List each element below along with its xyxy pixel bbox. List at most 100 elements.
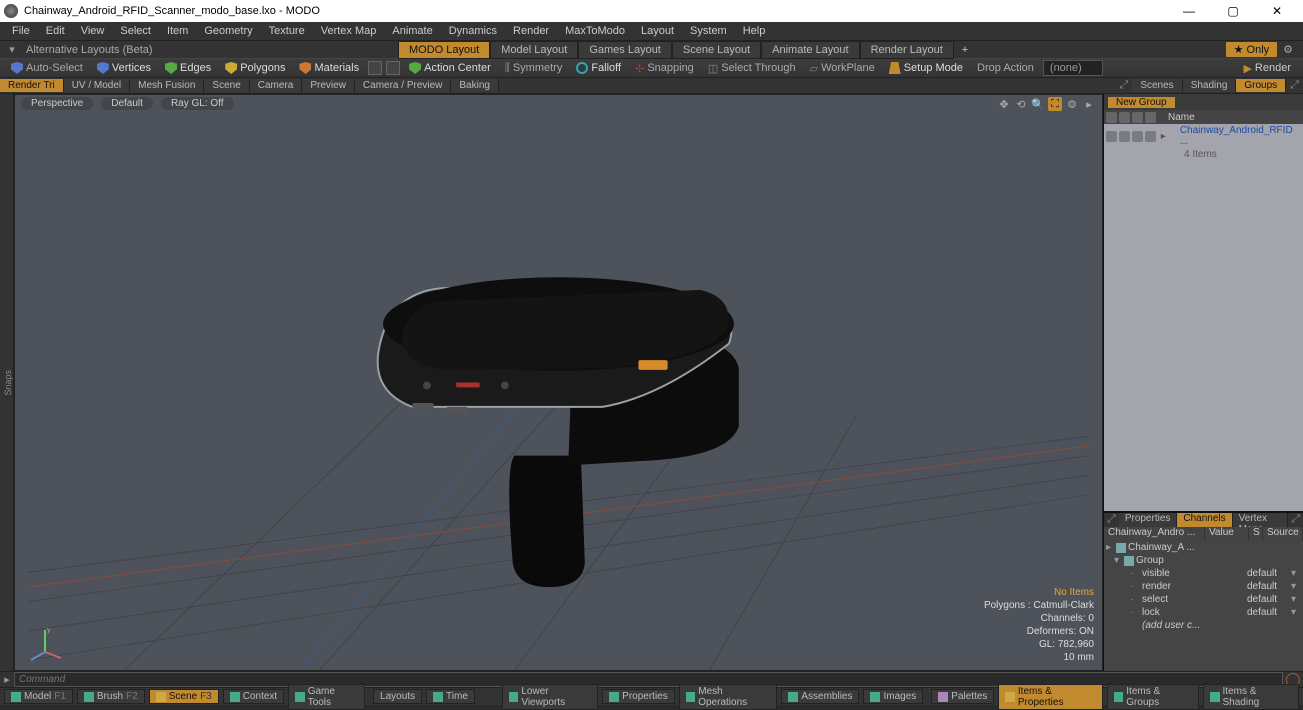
- menu-geometry[interactable]: Geometry: [196, 25, 260, 37]
- target-icon: [409, 62, 421, 74]
- tab-modo-layout[interactable]: MODO Layout: [398, 41, 490, 59]
- channel-tree[interactable]: ▸Chainway_A ... ▾Group ·visibledefault▾ …: [1104, 541, 1303, 671]
- menu-maxtomodo[interactable]: MaxToModo: [557, 25, 633, 37]
- chan-expand-icon[interactable]: ⤢: [1104, 513, 1119, 527]
- shield-icon: [225, 62, 237, 74]
- btab-time[interactable]: Time: [426, 689, 475, 704]
- list-item-sub: 4 Items: [1104, 148, 1303, 161]
- dropaction-select[interactable]: (none): [1043, 60, 1103, 76]
- materials-button[interactable]: Materials: [294, 62, 364, 74]
- edges-button[interactable]: Edges: [160, 62, 216, 74]
- stab-meshfusion[interactable]: Mesh Fusion: [130, 79, 204, 92]
- add-layout-button[interactable]: +: [954, 42, 976, 58]
- btab-context[interactable]: Context: [223, 689, 284, 704]
- menu-item[interactable]: Item: [159, 25, 196, 37]
- btab-images[interactable]: Images: [863, 689, 923, 704]
- list-item[interactable]: ▸ Chainway_Android_RFID ...: [1104, 124, 1303, 148]
- only-badge[interactable]: ★ Only: [1226, 42, 1278, 57]
- axis-gizmo[interactable]: y: [25, 622, 65, 662]
- stab-rendertri[interactable]: Render Tri: [0, 79, 64, 92]
- btab-assemblies[interactable]: Assemblies: [781, 689, 859, 704]
- alt-layouts-label[interactable]: Alternative Layouts (Beta): [20, 44, 159, 56]
- workplane-button[interactable]: ▱WorkPlane: [805, 62, 880, 75]
- menu-view[interactable]: View: [73, 25, 113, 37]
- menu-edit[interactable]: Edit: [38, 25, 73, 37]
- chtab-vertexmaps[interactable]: Vertex Maps: [1233, 513, 1289, 527]
- stab-preview[interactable]: Preview: [302, 79, 355, 92]
- group-list-header: Name: [1104, 110, 1303, 124]
- window-title: Chainway_Android_RFID_Scanner_modo_base.…: [24, 5, 1167, 17]
- chtab-channels[interactable]: Channels: [1177, 513, 1232, 527]
- tab-scene-layout[interactable]: Scene Layout: [672, 41, 761, 59]
- menu-animate[interactable]: Animate: [384, 25, 440, 37]
- menu-file[interactable]: File: [4, 25, 38, 37]
- stab-uvmodel[interactable]: UV / Model: [64, 79, 130, 92]
- selectthrough-button[interactable]: ◫Select Through: [703, 62, 801, 75]
- btab-itemsprops[interactable]: Items & Properties: [998, 684, 1102, 710]
- menu-layout[interactable]: Layout: [633, 25, 682, 37]
- newgroup-button[interactable]: New Group: [1108, 97, 1175, 108]
- group-list[interactable]: ▸ Chainway_Android_RFID ... 4 Items: [1104, 124, 1303, 511]
- tab-model-layout[interactable]: Model Layout: [490, 41, 578, 59]
- actioncenter-button[interactable]: Action Center: [404, 62, 496, 74]
- layout-dropdown-icon[interactable]: ▾: [4, 43, 20, 56]
- btab-meshops[interactable]: Mesh Operations: [679, 684, 778, 710]
- render-button[interactable]: ▶Render: [1237, 62, 1297, 75]
- snapping-button[interactable]: ⊹Snapping: [630, 62, 699, 75]
- btab-itemsshading[interactable]: Items & Shading: [1203, 684, 1299, 710]
- stab-camerapreview[interactable]: Camera / Preview: [355, 79, 451, 92]
- tab-animate-layout[interactable]: Animate Layout: [761, 41, 859, 59]
- menu-vertexmap[interactable]: Vertex Map: [313, 25, 385, 37]
- channels-panel: ⤢ Properties Channels Vertex Maps ⤢ Chai…: [1104, 511, 1303, 671]
- stab-baking[interactable]: Baking: [451, 79, 499, 92]
- expand-right-icon[interactable]: ⤢: [1286, 79, 1303, 92]
- menu-dynamics[interactable]: Dynamics: [441, 25, 505, 37]
- minimize-button[interactable]: —: [1167, 4, 1211, 18]
- expand-icon[interactable]: ⤢: [1116, 79, 1133, 92]
- chtab-properties[interactable]: Properties: [1119, 513, 1178, 527]
- btab-itemsgroups[interactable]: Items & Groups: [1107, 684, 1199, 710]
- btab-gametools[interactable]: Game Tools: [288, 684, 365, 710]
- falloff-button[interactable]: Falloff: [571, 62, 626, 74]
- sub-toolbar: Render Tri UV / Model Mesh Fusion Scene …: [0, 78, 1303, 94]
- btab-properties[interactable]: Properties: [602, 689, 675, 704]
- tab-render-layout[interactable]: Render Layout: [860, 41, 954, 59]
- btab-layouts[interactable]: Layouts: [373, 689, 422, 704]
- maximize-button[interactable]: ▢: [1211, 4, 1255, 18]
- rail-snaps[interactable]: Snaps: [3, 370, 13, 396]
- menu-select[interactable]: Select: [112, 25, 159, 37]
- tab-games-layout[interactable]: Games Layout: [578, 41, 672, 59]
- rtab-shading[interactable]: Shading: [1183, 79, 1237, 92]
- toggle-2[interactable]: [386, 61, 400, 75]
- btab-model[interactable]: ModelF1: [4, 689, 73, 704]
- rtab-scenes[interactable]: Scenes: [1132, 79, 1182, 92]
- autoselect-button[interactable]: Auto-Select: [6, 62, 88, 74]
- app-logo: [4, 4, 18, 18]
- shield-icon: [97, 62, 109, 74]
- menu-texture[interactable]: Texture: [261, 25, 313, 37]
- setupmode-button[interactable]: Setup Mode: [884, 62, 968, 74]
- stab-camera[interactable]: Camera: [250, 79, 303, 92]
- viewport-stats: No Items Polygons : Catmull-Clark Channe…: [984, 586, 1094, 664]
- toggle-1[interactable]: [368, 61, 382, 75]
- layout-gear-icon[interactable]: ⚙: [1277, 43, 1299, 56]
- menu-help[interactable]: Help: [735, 25, 774, 37]
- model-scanner: [378, 277, 739, 587]
- viewport-3d[interactable]: Perspective Default Ray GL: Off ✥ ⟲ 🔍 ⛶ …: [14, 94, 1103, 671]
- chan-max-icon[interactable]: ⤢: [1288, 513, 1303, 527]
- btab-scene[interactable]: SceneF3: [149, 689, 219, 704]
- symmetry-button[interactable]: ⫼Symmetry: [500, 62, 568, 75]
- btab-palettes[interactable]: Palettes: [931, 689, 994, 704]
- rtab-groups[interactable]: Groups: [1236, 79, 1286, 92]
- vertices-button[interactable]: Vertices: [92, 62, 156, 74]
- menu-system[interactable]: System: [682, 25, 735, 37]
- stab-scene[interactable]: Scene: [204, 79, 249, 92]
- btab-lowerviewports[interactable]: Lower Viewports: [502, 684, 598, 710]
- menu-render[interactable]: Render: [505, 25, 557, 37]
- toolbar: Auto-Select Vertices Edges Polygons Mate…: [0, 58, 1303, 78]
- polygons-button[interactable]: Polygons: [220, 62, 290, 74]
- cmd-history-icon[interactable]: ▸: [0, 673, 14, 686]
- close-button[interactable]: ✕: [1255, 4, 1299, 18]
- btab-brush[interactable]: BrushF2: [77, 689, 145, 704]
- grid-floor: [15, 95, 1102, 670]
